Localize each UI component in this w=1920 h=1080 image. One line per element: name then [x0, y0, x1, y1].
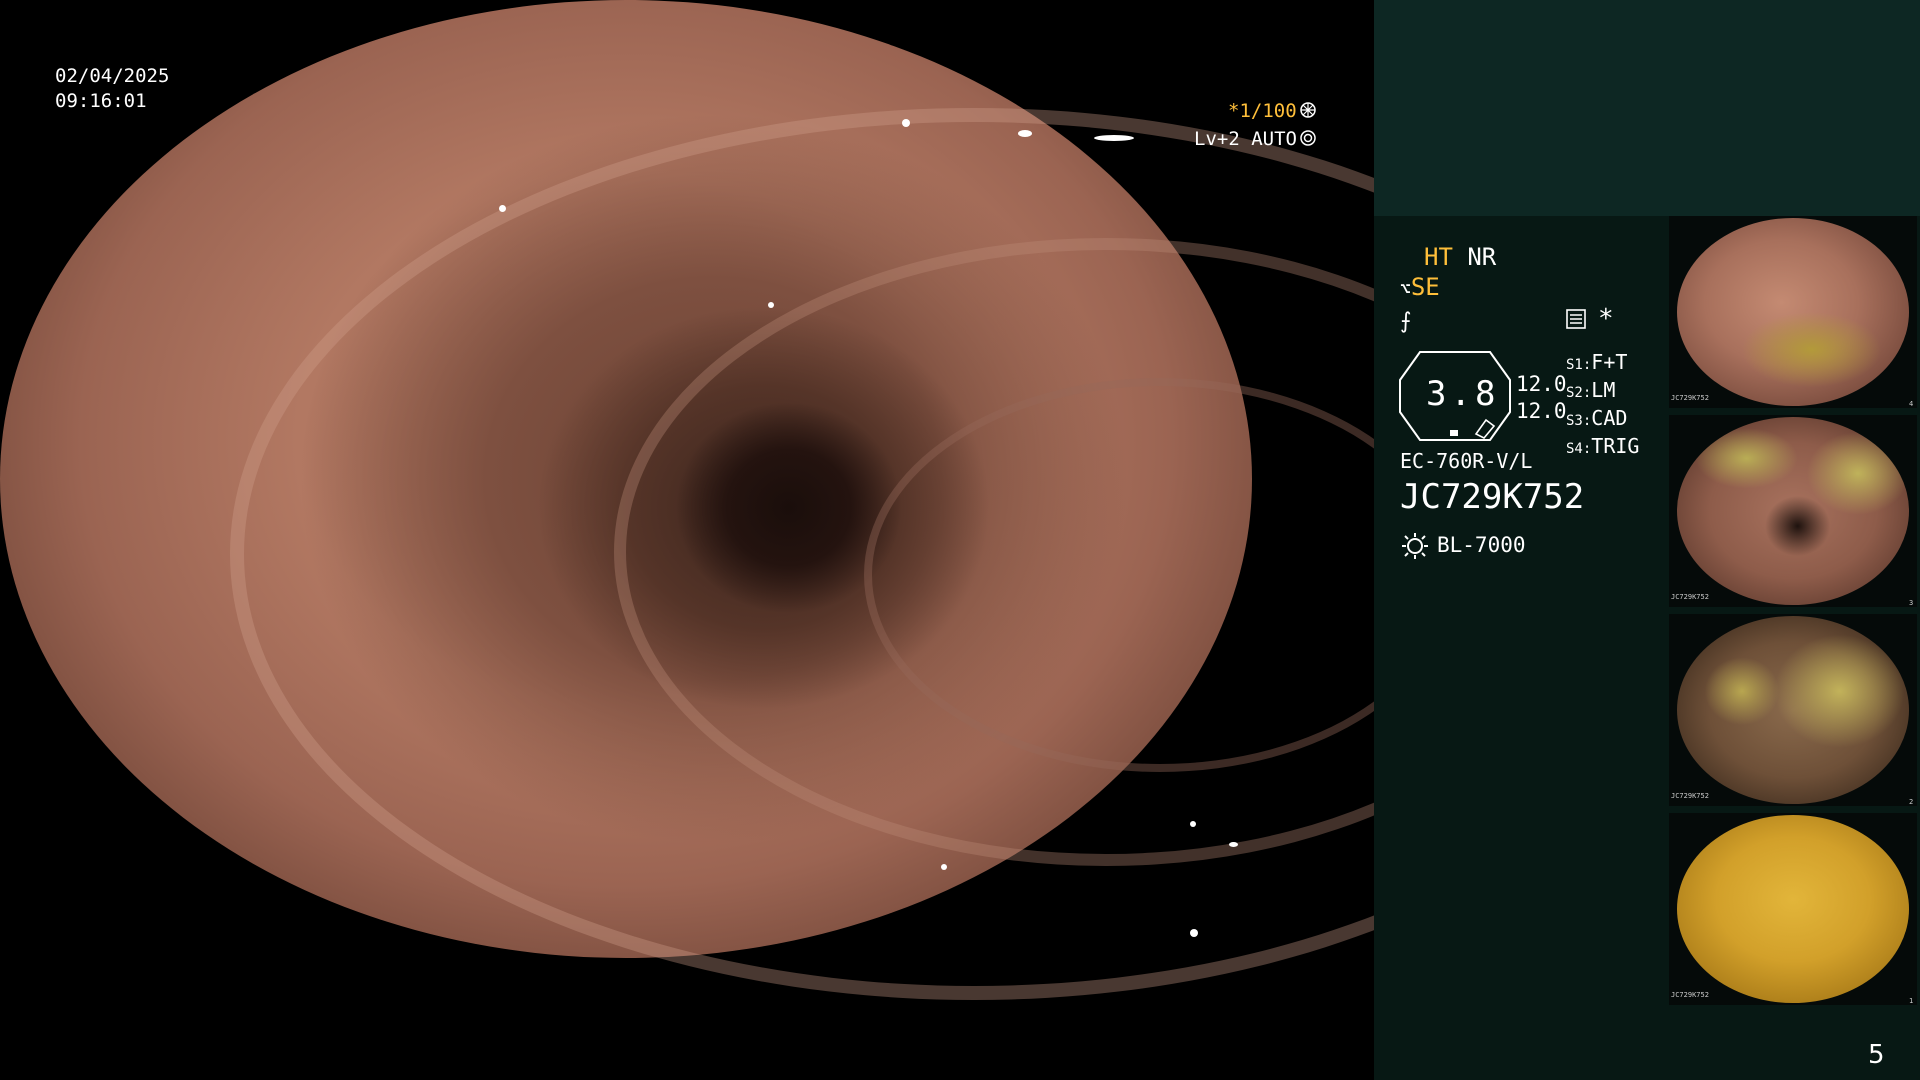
shutter-icon — [1300, 102, 1316, 118]
thumbnail-serial: JC729K752 — [1671, 394, 1709, 402]
value-a: 12.0 — [1516, 372, 1567, 396]
thumbnail-serial: JC729K752 — [1671, 792, 1709, 800]
specular-highlight — [1017, 129, 1032, 137]
asterisk-icon: * — [1598, 304, 1614, 334]
thumbnail-image — [1677, 218, 1909, 406]
thumbnail-index: 3 — [1909, 599, 1914, 607]
thumbnail-capture-3[interactable]: JC729K752 3 — [1669, 415, 1917, 607]
specular-highlight — [940, 864, 947, 870]
thumbnail-index: 4 — [1909, 400, 1914, 408]
se-label: SE — [1410, 273, 1440, 301]
zoom-value: 3.8 — [1426, 374, 1500, 414]
shutter-speed: *1/100 — [1228, 100, 1297, 122]
ht-label: HT — [1424, 243, 1453, 271]
endoscope-live-view — [0, 0, 1718, 1000]
scope-model: EC-760R-V/L — [1400, 449, 1533, 473]
thumbnail-image — [1677, 616, 1909, 804]
switch-s4: S4:TRIG — [1566, 434, 1640, 458]
switch-s1: S1:F+T — [1566, 350, 1628, 374]
value-b: 12.0 — [1516, 399, 1567, 423]
exam-time: 09:16:01 — [55, 90, 147, 112]
thumbnail-index: 2 — [1909, 798, 1914, 806]
panel-header-area — [1374, 0, 1920, 216]
thumbnail-capture-1[interactable]: JC729K752 1 — [1669, 813, 1917, 1005]
thumbnail-serial: JC729K752 — [1671, 991, 1709, 999]
light-source: BL-7000 — [1437, 533, 1526, 557]
light-source-icon — [1400, 531, 1430, 561]
iris-level: Lv+2 AUTO — [1194, 128, 1297, 150]
nr-label: NR — [1467, 243, 1497, 271]
thumbnail-image — [1677, 815, 1909, 1003]
enhancement-settings: HT NR ⌥SE ⨍ — [1400, 242, 1496, 337]
iris-icon — [1300, 130, 1316, 146]
switch-assignments: S1:F+T S2:LM S3:CAD S4:TRIG — [1566, 350, 1639, 462]
switch-s3: S3:CAD — [1566, 406, 1628, 430]
switch-s2: S2:LM — [1566, 378, 1616, 402]
structure-icon: ⌥ — [1400, 279, 1411, 300]
thumbnail-capture-2[interactable]: JC729K752 2 — [1669, 614, 1917, 806]
freeze-icon: ⨍ — [1400, 309, 1412, 334]
exam-date: 02/04/2025 — [55, 65, 170, 87]
thumbnail-capture-4[interactable]: JC729K752 4 — [1669, 216, 1917, 408]
memory-icon — [1565, 308, 1587, 330]
thumbnail-serial: JC729K752 — [1671, 593, 1709, 601]
scope-serial: JC729K752 — [1400, 477, 1585, 517]
capture-count: 5 — [1868, 1040, 1885, 1070]
thumbnail-image — [1677, 417, 1909, 605]
thumbnail-index: 1 — [1909, 997, 1914, 1005]
